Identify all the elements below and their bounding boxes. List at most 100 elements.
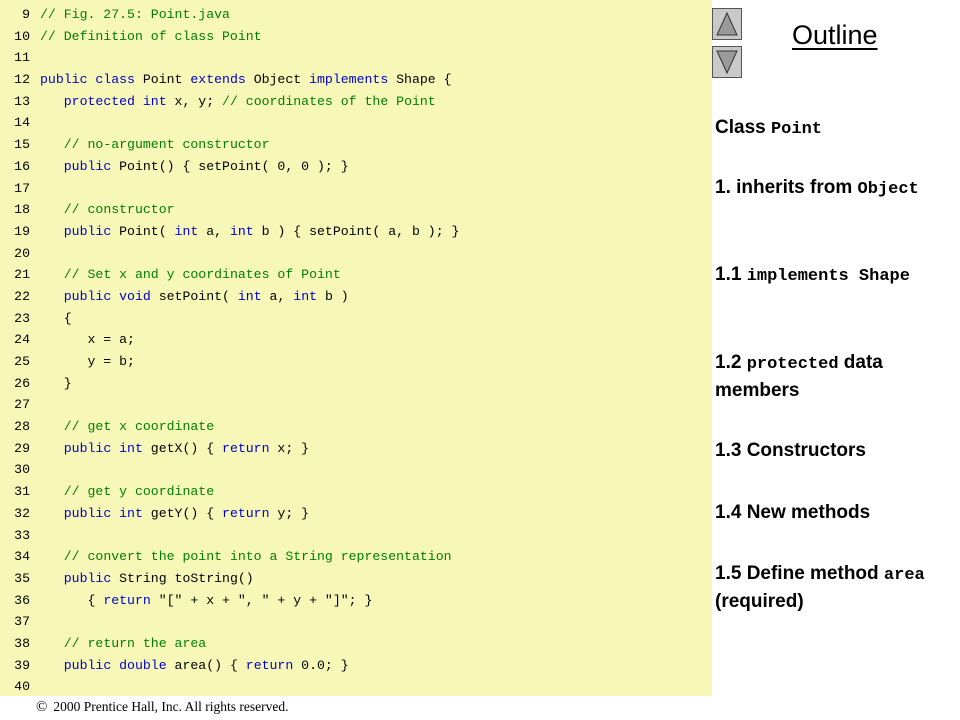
code-keyword: return	[245, 657, 294, 673]
line-number: 24	[14, 332, 30, 348]
outline-item: 1.1 implements Shape	[715, 262, 955, 290]
code-line: 19 public Point( int a, int b ) { setPoi…	[0, 221, 712, 243]
code-comment: // get x coordinate	[63, 419, 215, 435]
outline-text: 1.1	[715, 264, 747, 285]
code-line: 35 public String toString()	[0, 568, 712, 590]
code-line: 31 // get y coordinate	[0, 481, 712, 503]
code-token: Point() { setPoint( 0, 0 ); }	[111, 158, 349, 174]
code-token: x; }	[269, 440, 310, 456]
outline-code-term: protected	[746, 355, 839, 374]
code-keyword: return	[222, 440, 270, 456]
line-number: 13	[14, 93, 30, 109]
triangle-up-icon	[716, 11, 738, 36]
code-text: // constructor	[40, 199, 175, 221]
code-keyword: int	[174, 223, 199, 239]
outline-title: Outline	[792, 20, 878, 50]
copyright-symbol: ©	[36, 699, 48, 715]
code-line: 18 // constructor	[0, 199, 712, 221]
line-number: 35	[14, 570, 30, 586]
code-text: public int getX() { return x; }	[40, 438, 309, 460]
line-number: 10	[14, 28, 30, 44]
code-token: Point	[134, 72, 191, 88]
line-number: 14	[14, 115, 30, 131]
previous-slide-button[interactable]	[712, 8, 742, 40]
code-text: // convert the point into a String repre…	[40, 546, 452, 568]
code-text: // Set x and y coordinates of Point	[40, 264, 341, 286]
line-number: 29	[14, 440, 30, 456]
code-keyword: public int	[63, 505, 143, 521]
outline-item: 1. inherits from Object	[715, 175, 955, 203]
code-keyword: int	[237, 288, 262, 304]
code-keyword: return	[103, 592, 151, 608]
code-line: 37	[0, 611, 712, 633]
code-token: }	[40, 375, 72, 391]
code-text: // Definition of class Point	[40, 26, 262, 48]
code-token: y = b;	[40, 354, 135, 369]
code-keyword: protected int	[63, 93, 167, 109]
code-keyword: public	[63, 570, 112, 586]
code-token: x = a;	[40, 332, 135, 348]
code-comment: // convert the point into a String repre…	[63, 549, 452, 565]
line-number: 28	[14, 419, 30, 435]
line-number: 37	[14, 614, 30, 630]
line-number: 21	[14, 267, 30, 283]
copyright-text: 2000 Prentice Hall, Inc. All rights rese…	[53, 699, 289, 714]
code-token: setPoint(	[150, 288, 238, 304]
code-line: 20	[0, 243, 712, 265]
code-line: 22 public void setPoint( int a, int b )	[0, 286, 712, 308]
code-line: 38 // return the area	[0, 633, 712, 655]
code-line: 9 // Fig. 27.5: Point.java	[0, 4, 712, 26]
next-slide-button[interactable]	[712, 46, 742, 78]
code-line: 26 }	[0, 373, 712, 395]
code-keyword: public double	[63, 657, 167, 673]
code-token: 0.0; }	[293, 657, 349, 673]
code-token: a,	[198, 223, 230, 239]
code-line: 17	[0, 178, 712, 200]
line-number: 22	[14, 288, 30, 304]
code-keyword: public	[63, 158, 112, 174]
code-text: public int getY() { return y; }	[40, 503, 309, 525]
line-number: 20	[14, 245, 30, 261]
outline-item: 1.3 Constructors	[715, 438, 955, 464]
code-line: 33	[0, 525, 712, 547]
code-text: // no-argument constructor	[40, 134, 270, 156]
code-comment: // Fig. 27.5: Point.java	[40, 7, 230, 22]
line-number: 33	[14, 527, 30, 543]
code-keyword: public	[63, 223, 112, 239]
outline-text: (required)	[715, 591, 804, 612]
code-comment: // coordinates of the Point	[222, 93, 436, 109]
code-line: 15 // no-argument constructor	[0, 134, 712, 156]
code-line: 29 public int getX() { return x; }	[0, 438, 712, 460]
code-line: 12 public class Point extends Object impl…	[0, 69, 712, 91]
code-line: 28 // get x coordinate	[0, 416, 712, 438]
code-comment: // no-argument constructor	[63, 137, 270, 153]
code-text: public Point() { setPoint( 0, 0 ); }	[40, 156, 349, 178]
copyright-footer: © 2000 Prentice Hall, Inc. All rights res…	[36, 696, 288, 718]
code-token: b )	[317, 288, 349, 304]
outline-item: Class Point	[715, 115, 955, 143]
code-text: { return "[" + x + ", " + y + "]"; }	[40, 590, 372, 612]
code-keyword: implements	[309, 72, 389, 88]
code-comment: // return the area	[63, 635, 207, 651]
line-number: 32	[14, 505, 30, 521]
code-line: 23 {	[0, 308, 712, 330]
code-keyword: public class	[40, 72, 135, 88]
code-line: 34 // convert the point into a String re…	[0, 546, 712, 568]
outline-text: Class	[715, 117, 771, 138]
code-text: // Fig. 27.5: Point.java	[40, 4, 230, 26]
line-number: 19	[14, 223, 30, 239]
code-text: }	[40, 373, 72, 395]
code-line: 39 public double area() { return 0.0; }	[0, 655, 712, 677]
code-line: 13 protected int x, y; // coordinates of…	[0, 91, 712, 113]
code-line: 11	[0, 47, 712, 69]
code-token: String toString()	[111, 570, 254, 586]
triangle-down-icon	[716, 50, 738, 75]
